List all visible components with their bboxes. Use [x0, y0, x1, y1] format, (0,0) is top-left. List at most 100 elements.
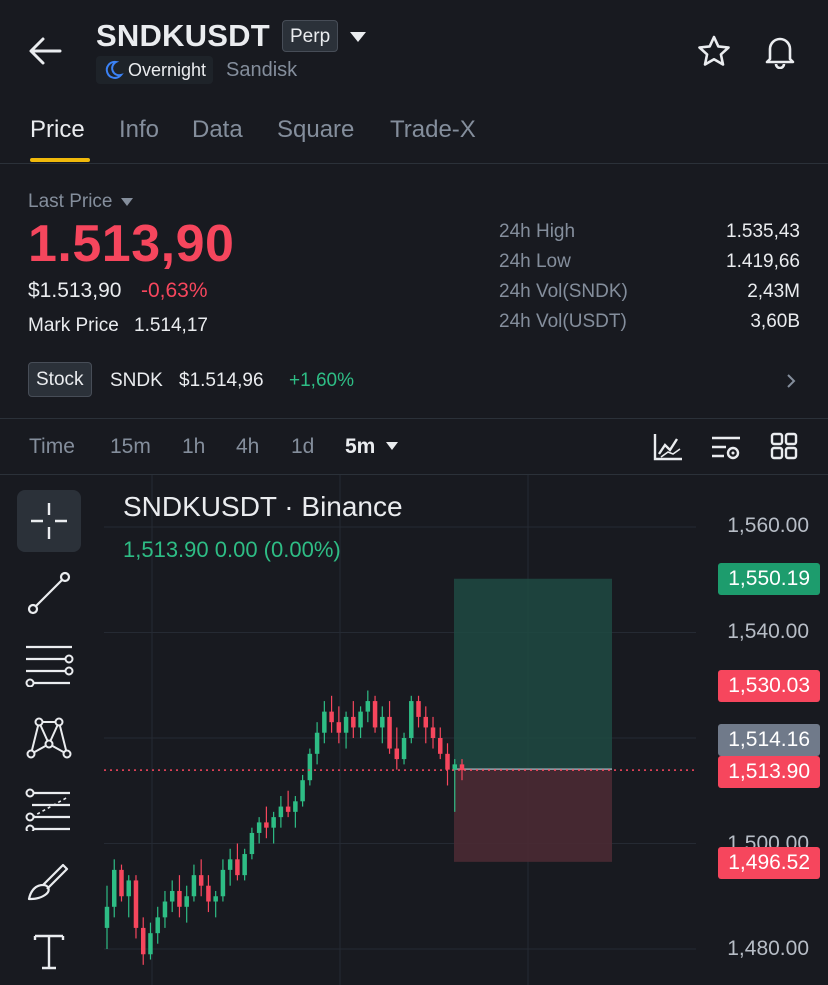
symbol-name[interactable]: SNDKUSDT [96, 18, 270, 54]
active-tab-indicator [30, 158, 90, 162]
candle-body [227, 859, 233, 870]
candle-body [300, 780, 305, 802]
caret-down-icon[interactable] [348, 30, 368, 49]
crosshair-icon [31, 503, 67, 539]
brush-tool[interactable] [17, 850, 81, 912]
interval-15m[interactable]: 15m [110, 435, 151, 459]
tab-square[interactable]: Square [277, 116, 354, 144]
candle-body [459, 764, 465, 771]
candle-body [119, 869, 124, 897]
candle-body [264, 822, 269, 828]
candle-body [213, 896, 218, 902]
stat-24h-low-label: 24h Low [499, 251, 571, 272]
candle-body [329, 711, 334, 723]
entry-price-tag[interactable]: 1,530.03 [718, 670, 820, 702]
candle-body [235, 859, 240, 876]
y-axis-label: 1,480.00 [727, 937, 809, 960]
candle-body [445, 753, 450, 770]
candle-body [111, 869, 117, 907]
indicator-chart-icon[interactable] [652, 432, 684, 467]
take-profit-tag[interactable]: 1,550.19 [718, 563, 820, 595]
last-price-selector[interactable]: Last Price [28, 191, 134, 213]
interval-4h[interactable]: 4h [236, 435, 259, 459]
interval-1d[interactable]: 1d [291, 435, 314, 459]
stop-loss-tag[interactable]: 1,496.52 [718, 847, 820, 879]
candle-body [271, 817, 276, 828]
back-arrow-icon[interactable] [28, 36, 68, 68]
stock-badge: Stock [28, 362, 92, 397]
pattern-tool[interactable] [17, 706, 81, 768]
interval-1h[interactable]: 1h [182, 435, 205, 459]
candle-body [423, 716, 429, 728]
y-axis-label: 1,540.00 [727, 620, 809, 643]
candle-body [430, 727, 436, 738]
session-label: Overnight [128, 59, 207, 80]
candle-body [133, 880, 139, 928]
candle-body [206, 885, 211, 902]
favorite-star-icon[interactable] [696, 34, 732, 68]
horizontal-lines-tool[interactable] [17, 634, 81, 696]
candle-body [409, 701, 414, 738]
tab-price[interactable]: Price [30, 116, 85, 144]
stock-price: $1.514,96 [179, 370, 264, 391]
candles [104, 690, 465, 965]
candle-body [169, 890, 175, 902]
tab-trade-x[interactable]: Trade-X [390, 116, 476, 144]
layout-grid-icon[interactable] [770, 432, 798, 465]
tab-data[interactable]: Data [192, 116, 243, 144]
candle-body [184, 896, 189, 907]
overnight-session-chip: Overnight [96, 56, 214, 84]
trend-line-tool[interactable] [17, 562, 81, 624]
text-tool[interactable] [17, 920, 81, 982]
fib-lines-tool[interactable] [17, 778, 81, 840]
underlying-stock-row[interactable]: Stock SNDK $1.514,96 +1,60% [0, 360, 828, 402]
tab-info[interactable]: Info [119, 116, 159, 144]
text-icon [33, 934, 65, 970]
divider [0, 418, 828, 419]
stock-change: +1,60% [289, 370, 354, 391]
candle-body [155, 917, 160, 934]
position-overlay [454, 578, 612, 862]
candle-body [198, 875, 204, 886]
candle-body [401, 738, 407, 760]
caret-down-icon [386, 442, 399, 450]
interval-5m[interactable]: 5m [345, 435, 399, 459]
candle-body [416, 701, 421, 717]
stat-24h-vol-usdt-value: 3,60B [750, 311, 800, 332]
interval-time[interactable]: Time [29, 435, 75, 459]
candle-body [365, 701, 371, 712]
crosshair-tool[interactable] [17, 490, 81, 552]
candle-body [387, 716, 392, 749]
mark-price-value: 1.514,17 [134, 315, 208, 336]
brush-icon [27, 863, 69, 901]
last-price-label: Last Price [28, 191, 113, 212]
candle-body [126, 880, 131, 897]
candle-body [322, 711, 327, 733]
stat-24h-low-value: 1.419,66 [726, 251, 800, 272]
pattern-icon [26, 717, 72, 759]
candle-body [148, 933, 153, 955]
candle-body [191, 875, 197, 897]
candle-body [452, 764, 458, 770]
candle-body [438, 738, 443, 754]
bell-icon[interactable] [762, 33, 798, 69]
last-price-tag: 1,513.90 [718, 756, 820, 788]
mark-price-label: Mark Price [28, 315, 119, 336]
stock-ticker: SNDK [110, 370, 163, 391]
chart-settings-icon[interactable] [710, 434, 742, 467]
company-name: Sandisk [226, 59, 298, 81]
price-change-percent: -0,63% [141, 279, 208, 302]
candle-body [162, 901, 168, 918]
stat-24h-vol-sndk-label: 24h Vol(SNDK) [499, 281, 628, 302]
candle-body [351, 716, 356, 728]
usd-price: $1.513,90 [28, 279, 122, 302]
candle-body [256, 822, 262, 833]
candle-body [249, 832, 255, 855]
interval-5m-label: 5m [345, 435, 376, 458]
candle-body [343, 716, 349, 733]
candle-body [104, 906, 110, 928]
candle-body [380, 716, 385, 728]
candle-body [278, 806, 284, 818]
candle-body [372, 701, 378, 728]
candle-body [220, 869, 226, 897]
